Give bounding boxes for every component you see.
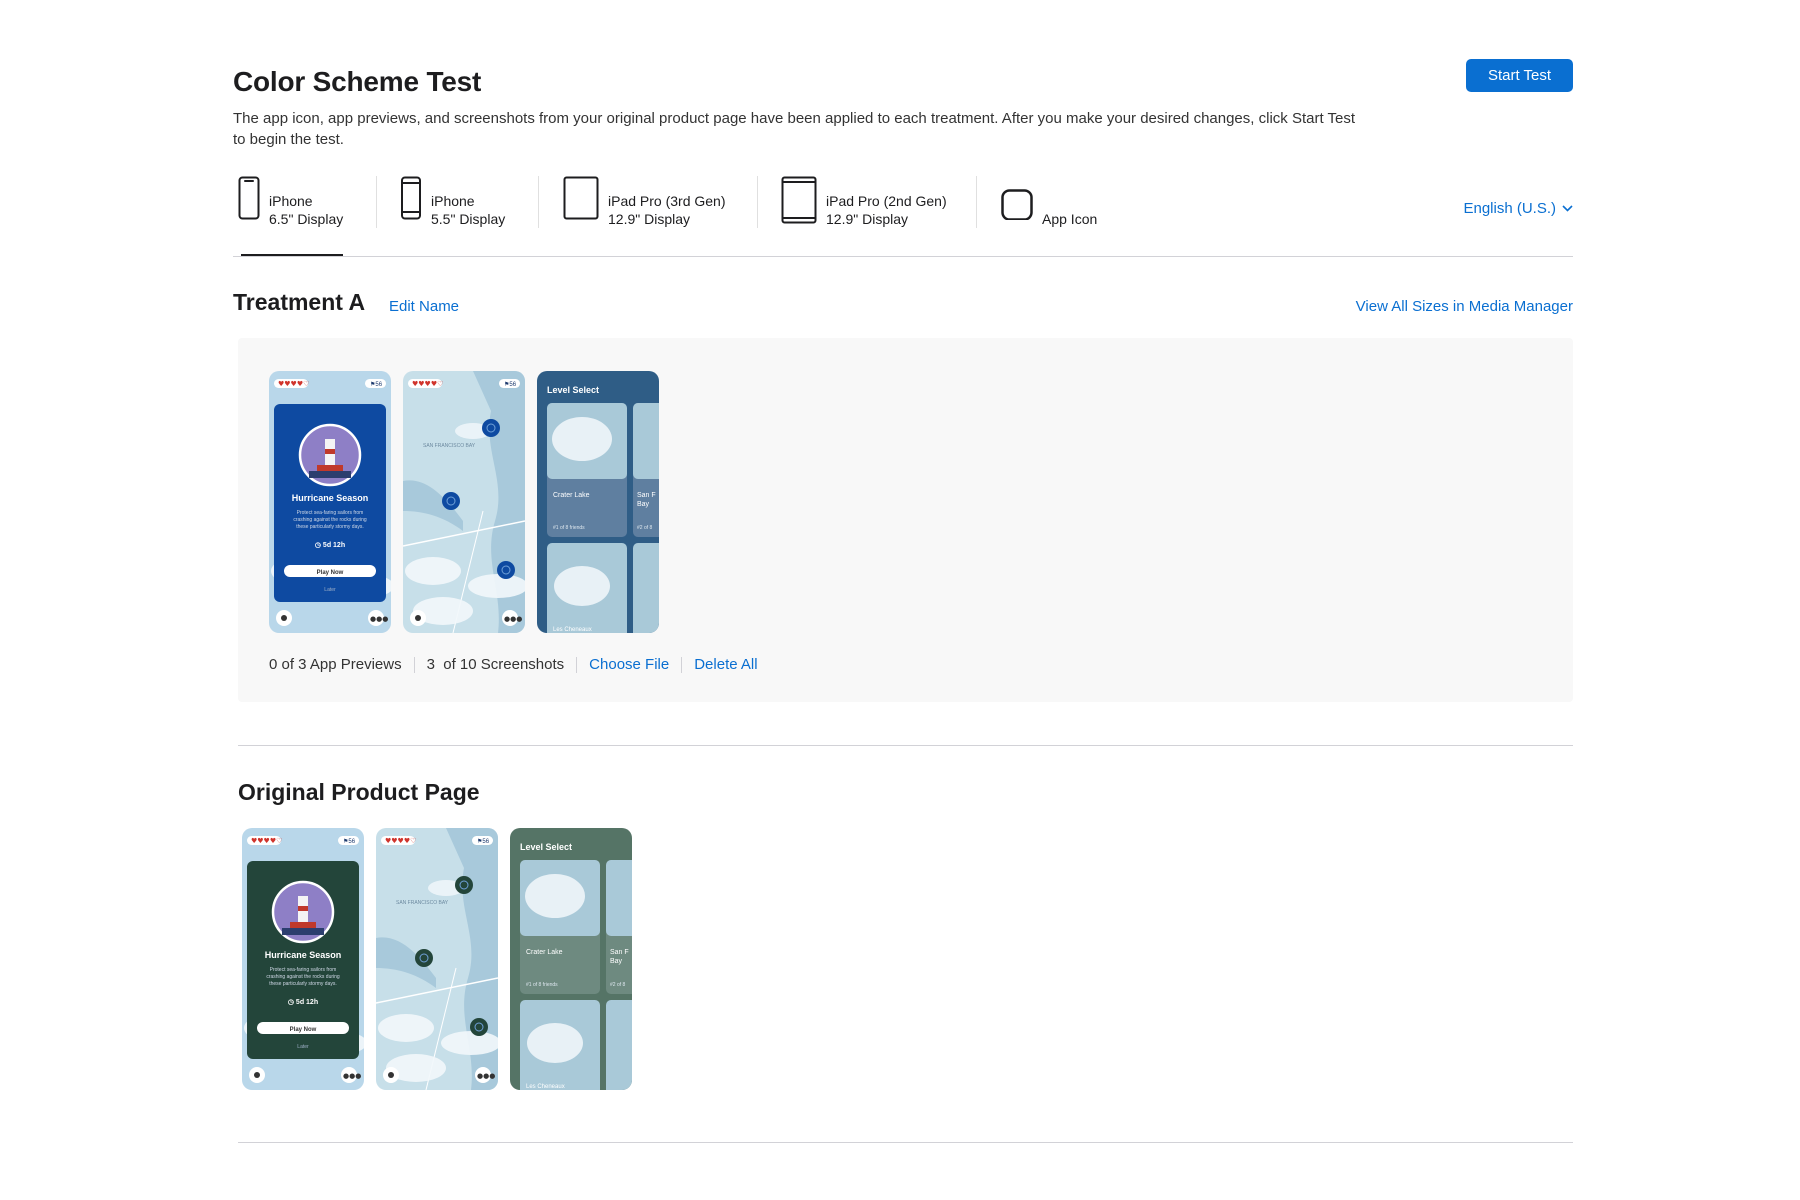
svg-text:San F: San F [637,492,656,499]
language-selector[interactable]: English (U.S.) [1463,200,1573,217]
ipad-icon [563,176,599,220]
svg-text:crashing against the rocks dur: crashing against the rocks during [266,974,340,980]
chevron-down-icon [1562,205,1573,212]
tab-app-icon[interactable]: App Icon [1001,176,1097,255]
svg-text:Hurricane Season: Hurricane Season [292,493,369,503]
svg-text:Bay: Bay [610,958,623,965]
section-divider [238,745,1573,746]
svg-text:◷ 5d 12h: ◷ 5d 12h [288,999,318,1006]
svg-text:●●●: ●●● [504,615,522,623]
page-description: The app icon, app previews, and screensh… [233,110,1356,148]
svg-text:♥♥♥♥♡: ♥♥♥♥♡ [251,837,282,845]
svg-text:Level Select: Level Select [547,385,599,395]
device-name: iPhone [269,193,313,209]
language-label: English (U.S.) [1463,200,1556,217]
app-previews-count: 0 of 3 App Previews [269,656,402,673]
device-size: 12.9" Display [826,211,909,227]
svg-text:♥♥♥♥♡: ♥♥♥♥♡ [412,380,443,388]
screenshot-thumbnail[interactable]: ♥♥♥♥♡ ⚑56 Hurricane Season Protect sea-f… [269,371,391,633]
treatment-screenshots: ♥♥♥♥♡ ⚑56 Hurricane Season Protect sea-f… [269,371,659,633]
original-screenshots: ♥♥♥♥♡ ⚑56 Hurricane Season Protect sea-f… [242,828,632,1090]
device-tabs: iPhone 6.5" Display iPhone 5.5" Display … [233,176,1573,257]
svg-text:SAN FRANCISCO BAY: SAN FRANCISCO BAY [423,443,476,449]
svg-text:Protect sea-faring sailors fro: Protect sea-faring sailors from [297,510,364,516]
divider [681,656,683,673]
tab-divider [757,176,758,228]
svg-text:Hurricane Season: Hurricane Season [265,950,342,960]
svg-text:Les Cheneaux: Les Cheneaux [526,1084,565,1090]
svg-text:⚑56: ⚑56 [504,381,517,388]
device-size: 12.9" Display [608,211,691,227]
device-size: 6.5" Display [269,211,344,227]
page-content: Color Scheme Test The app icon, app prev… [233,0,1573,1200]
tab-divider [376,176,377,228]
svg-text:SAN FRANCISCO BAY: SAN FRANCISCO BAY [396,900,449,906]
device-name: iPad Pro (2nd Gen) [826,193,947,209]
svg-text:Play Now: Play Now [317,570,344,576]
svg-text:#1 of 8 friends: #1 of 8 friends [526,982,558,988]
screenshots-count: 3 of 10 Screenshots [426,656,565,673]
svg-text:Les Cheneaux: Les Cheneaux [553,627,592,633]
tab-divider [538,176,539,228]
screenshot-thumbnail[interactable]: ♥♥♥♥♡ ⚑56 SAN FRANCISCO BAY ●●● [376,828,498,1090]
iphone-icon [401,176,421,220]
ipad-icon [781,176,817,224]
original-page-title: Original Product Page [238,779,480,805]
svg-text:crashing against the rocks dur: crashing against the rocks during [293,517,367,523]
screenshot-thumbnail[interactable]: ♥♥♥♥♡ ⚑56 Hurricane Season Protect sea-f… [242,828,364,1090]
svg-text:Protect sea-faring sailors fro: Protect sea-faring sailors from [270,967,337,973]
svg-text:Bay: Bay [637,501,650,508]
svg-text:Later: Later [297,1044,309,1050]
svg-text:⚑56: ⚑56 [370,381,383,388]
svg-text:●●●: ●●● [370,615,388,623]
iphone-icon [238,176,260,220]
svg-text:Later: Later [324,587,336,593]
treatment-title: Treatment A [233,289,366,315]
svg-text:●●●: ●●● [343,1072,361,1080]
svg-text:Play Now: Play Now [290,1027,317,1033]
section-divider [238,1142,1573,1143]
media-status-bar: 0 of 3 App Previews 3 of 10 Screenshots … [269,656,758,673]
svg-text:◷ 5d 12h: ◷ 5d 12h [315,542,345,549]
page-title: Color Scheme Test [233,66,482,97]
screenshot-thumbnail[interactable]: Level Select Crater Lake #1 of 8 friends… [537,371,659,633]
device-name: App Icon [1042,211,1098,227]
choose-file-link[interactable]: Choose File [589,656,669,673]
svg-text:Crater Lake: Crater Lake [553,492,590,499]
device-size: 5.5" Display [431,211,506,227]
tab-divider [976,176,977,228]
svg-text:these particularly stormy days: these particularly stormy days. [269,981,337,987]
delete-all-link[interactable]: Delete All [694,656,757,673]
device-name: iPad Pro (3rd Gen) [608,193,726,209]
app-icon-icon [1001,189,1033,220]
svg-text:♥♥♥♥♡: ♥♥♥♥♡ [278,380,309,388]
svg-text:●●●: ●●● [477,1072,495,1080]
svg-text:these particularly stormy days: these particularly stormy days. [296,524,364,530]
tab-ipad-pro-3rd-gen[interactable]: iPad Pro (3rd Gen) 12.9" Display [563,176,726,255]
tab-iphone-6-5[interactable]: iPhone 6.5" Display [238,176,344,256]
treatment-media-panel: ♥♥♥♥♡ ⚑56 Hurricane Season Protect sea-f… [238,338,1573,702]
svg-text:Level Select: Level Select [520,842,572,852]
screenshot-thumbnail[interactable]: ♥♥♥♥♡ ⚑56 SAN FRANCISCO BAY ●●● [403,371,525,633]
start-test-button[interactable]: Start Test [1466,59,1573,92]
svg-text:#1 of 8 friends: #1 of 8 friends [553,525,585,531]
edit-name-link[interactable]: Edit Name [389,298,459,315]
svg-text:San F: San F [610,949,629,956]
tab-iphone-5-5[interactable]: iPhone 5.5" Display [400,176,505,255]
screenshot-thumbnail[interactable]: Level Select Crater Lake #1 of 8 friends… [510,828,632,1090]
view-all-sizes-link[interactable]: View All Sizes in Media Manager [1356,298,1573,315]
divider [413,656,415,673]
svg-text:⚑56: ⚑56 [477,838,490,845]
svg-text:#2 of 8: #2 of 8 [637,525,653,531]
device-name: iPhone [431,193,475,209]
tab-ipad-pro-2nd-gen[interactable]: iPad Pro (2nd Gen) 12.9" Display [781,176,947,255]
divider [576,656,578,673]
svg-text:#2 of 8: #2 of 8 [610,982,626,988]
svg-text:⚑56: ⚑56 [343,838,356,845]
svg-text:♥♥♥♥♡: ♥♥♥♥♡ [385,837,416,845]
svg-text:Crater Lake: Crater Lake [526,949,563,956]
